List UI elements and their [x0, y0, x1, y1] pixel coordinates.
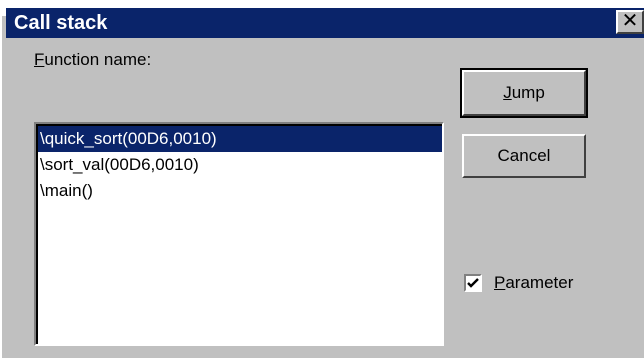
list-item-sort-val[interactable]: \sort_val(00D6,0010)	[38, 152, 442, 178]
function-list[interactable]: \quick_sort(00D6,0010) \sort_val(00D6,00…	[34, 122, 444, 346]
dialog-title: Call stack	[14, 12, 108, 34]
close-button[interactable]: ✕	[616, 10, 644, 34]
list-item-quick-sort[interactable]: \quick_sort(00D6,0010)	[38, 126, 442, 152]
jump-button[interactable]: Jump	[460, 68, 588, 118]
checkmark-icon	[467, 278, 479, 288]
close-icon: ✕	[621, 10, 639, 32]
parameter-rest: arameter	[505, 273, 574, 292]
function-name-label: Function name:	[34, 50, 151, 70]
function-name-rest: unction name:	[44, 50, 152, 69]
jump-rest: ump	[511, 83, 545, 102]
function-name-accel: F	[34, 50, 45, 69]
parameter-accel: P	[494, 273, 506, 292]
cancel-button[interactable]: Cancel	[462, 134, 586, 178]
jump-accel: J	[503, 83, 512, 102]
parameter-checkbox[interactable]	[464, 274, 482, 292]
title-bar: Call stack ✕	[6, 8, 644, 38]
list-item-main[interactable]: \main()	[38, 178, 442, 204]
function-list-inner: \quick_sort(00D6,0010) \sort_val(00D6,00…	[36, 124, 442, 344]
parameter-label: Parameter	[494, 273, 573, 293]
parameter-option[interactable]: Parameter	[464, 272, 573, 294]
